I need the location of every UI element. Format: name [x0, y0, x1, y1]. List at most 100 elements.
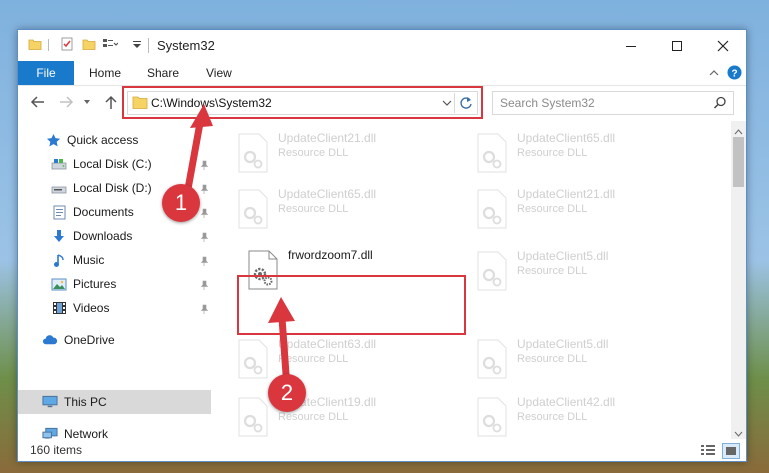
navigation-pane: Quick access Local Disk (C:) Local Disk …: [18, 121, 213, 441]
dll-file-icon: [238, 397, 268, 437]
status-bar: 160 items: [18, 439, 746, 461]
star-icon: [45, 132, 61, 148]
file-type: Resource DLL: [517, 203, 588, 215]
nav-label: Downloads: [73, 229, 133, 243]
nav-label: Pictures: [73, 277, 117, 291]
nav-item-onedrive[interactable]: OneDrive: [42, 329, 115, 351]
file-item[interactable]: UpdateClient21.dll Resource DLL: [228, 127, 458, 183]
file-name: UpdateClient21.dll: [278, 131, 377, 145]
dll-file-icon: [477, 133, 507, 173]
vertical-scrollbar[interactable]: [731, 121, 746, 439]
svg-text:?: ?: [731, 69, 737, 80]
divider: [48, 39, 49, 51]
file-item[interactable]: UpdateClient21.dll Resource DLL: [467, 183, 697, 239]
tab-view[interactable]: View: [206, 61, 232, 85]
address-highlight: [122, 86, 483, 119]
nav-item-this-pc[interactable]: This PC: [42, 391, 107, 413]
nav-item-downloads[interactable]: Downloads: [51, 225, 132, 247]
nav-label: Documents: [73, 205, 134, 219]
file-type: Resource DLL: [517, 411, 588, 423]
up-button[interactable]: [102, 93, 120, 111]
search-input[interactable]: Search System32: [492, 91, 734, 115]
pin-icon[interactable]: [199, 279, 209, 290]
pin-icon[interactable]: [199, 207, 209, 218]
nav-quick-access[interactable]: Quick access: [45, 129, 138, 151]
file-name: UpdateClient42.dll: [517, 395, 616, 409]
close-button[interactable]: [700, 30, 746, 61]
nav-item-documents[interactable]: Documents: [51, 201, 134, 223]
customize-toolbar-icon[interactable]: [132, 37, 142, 54]
dll-file-icon: [238, 189, 268, 229]
nav-item-videos[interactable]: Videos: [51, 297, 109, 319]
callout-step-1: 1: [162, 184, 200, 222]
minimize-button[interactable]: [608, 30, 654, 61]
drive-icon: [51, 156, 67, 172]
file-type: Resource DLL: [278, 147, 349, 159]
file-type: Resource DLL: [517, 147, 588, 159]
dll-file-icon: [477, 189, 507, 229]
nav-label: Videos: [73, 301, 110, 315]
file-type: Resource DLL: [278, 203, 349, 215]
tab-home[interactable]: Home: [89, 61, 121, 85]
file-item[interactable]: UpdateClient63.dll Resource DLL: [228, 333, 458, 389]
tab-share[interactable]: Share: [147, 61, 179, 85]
dll-file-icon: [477, 397, 507, 437]
dll-file-icon: [238, 133, 268, 173]
item-count: 160 items: [30, 443, 83, 457]
folder-icon: [28, 37, 42, 54]
forward-button[interactable]: [57, 93, 75, 111]
pin-icon[interactable]: [199, 159, 209, 170]
dll-file-icon: [477, 339, 507, 379]
scroll-thumb[interactable]: [733, 137, 744, 187]
view-options-icon[interactable]: [102, 37, 119, 54]
pictures-icon: [51, 276, 67, 292]
pin-icon[interactable]: [199, 255, 209, 266]
file-name: UpdateClient65.dll: [278, 187, 377, 201]
computer-icon: [42, 394, 58, 410]
nav-label: This PC: [64, 395, 107, 409]
address-row: C:\Windows\System32 Search System32: [18, 85, 746, 121]
videos-icon: [51, 300, 67, 316]
large-icons-view-icon[interactable]: [722, 443, 740, 459]
nav-item-music[interactable]: Music: [51, 249, 104, 271]
file-item[interactable]: UpdateClient19.dll Resource DLL: [228, 391, 458, 439]
file-item[interactable]: UpdateClient5.dll Resource DLL: [467, 245, 697, 301]
pin-icon[interactable]: [199, 231, 209, 242]
scroll-up-icon[interactable]: [734, 124, 743, 138]
new-folder-icon[interactable]: [82, 37, 96, 54]
nav-item-local-disk-d[interactable]: Local Disk (D:): [51, 177, 152, 199]
properties-icon[interactable]: [60, 37, 74, 54]
nav-item-pictures[interactable]: Pictures: [51, 273, 116, 295]
expand-ribbon-icon[interactable]: [708, 67, 720, 82]
drive-icon: [51, 180, 67, 196]
search-icon[interactable]: [713, 96, 727, 113]
file-name: UpdateClient5.dll: [517, 337, 609, 351]
file-item[interactable]: UpdateClient65.dll Resource DLL: [228, 183, 458, 239]
nav-label: Quick access: [67, 133, 139, 147]
nav-item-local-disk-c[interactable]: Local Disk (C:): [51, 153, 152, 175]
documents-icon: [51, 204, 67, 220]
file-explorer-window: System32 File Home Share View ? C:\Windo…: [17, 29, 747, 462]
cloud-icon: [42, 332, 58, 348]
file-name: UpdateClient63.dll: [278, 337, 377, 351]
downloads-icon: [51, 228, 67, 244]
pin-icon[interactable]: [199, 303, 209, 314]
nav-label: Music: [73, 253, 105, 267]
tab-file[interactable]: File: [18, 61, 74, 85]
file-item[interactable]: UpdateClient42.dll Resource DLL: [467, 391, 697, 439]
file-type: Resource DLL: [278, 353, 349, 365]
file-type: Resource DLL: [517, 265, 588, 277]
help-icon[interactable]: ?: [727, 65, 742, 83]
file-name: UpdateClient21.dll: [517, 187, 616, 201]
nav-label: Local Disk (C:): [73, 157, 152, 171]
maximize-button[interactable]: [654, 30, 700, 61]
music-icon: [51, 252, 67, 268]
file-item[interactable]: UpdateClient5.dll Resource DLL: [467, 333, 697, 389]
recent-locations-button[interactable]: [81, 93, 93, 111]
pin-icon[interactable]: [199, 183, 209, 194]
title-divider: [148, 38, 149, 53]
back-button[interactable]: [29, 93, 47, 111]
file-name: UpdateClient65.dll: [517, 131, 616, 145]
file-item[interactable]: UpdateClient65.dll Resource DLL: [467, 127, 697, 183]
details-view-icon[interactable]: [700, 443, 716, 460]
